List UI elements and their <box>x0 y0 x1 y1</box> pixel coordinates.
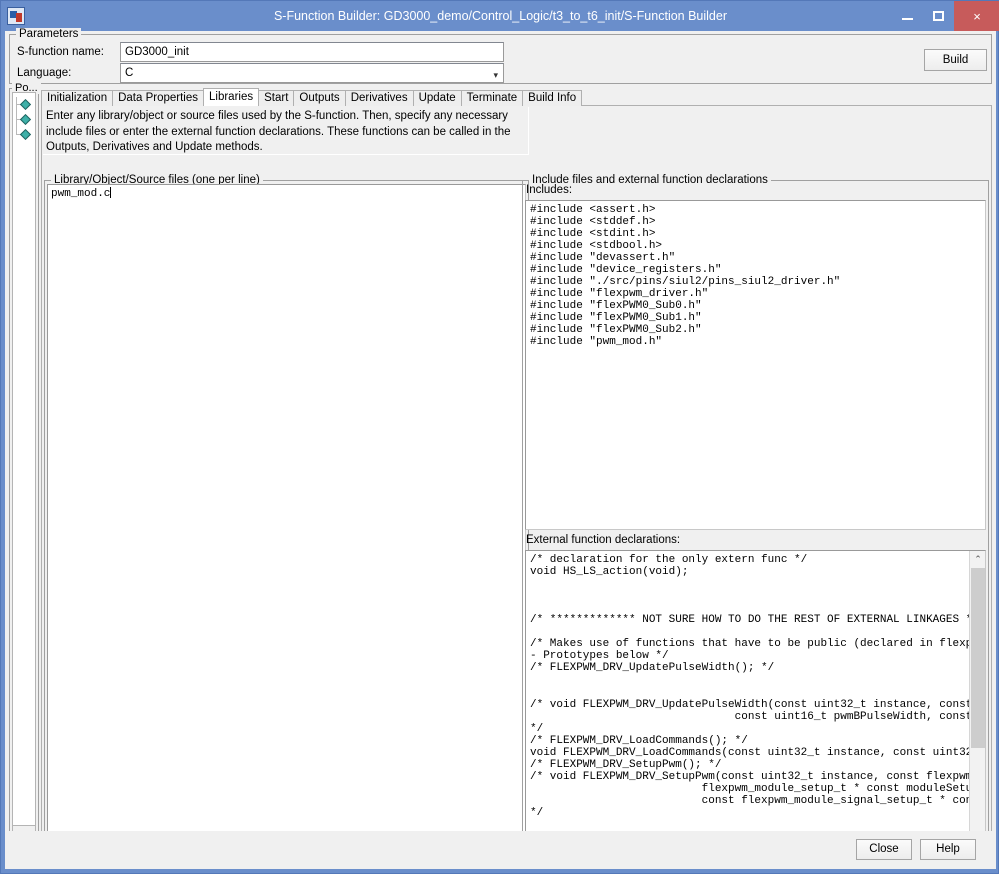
parameters-group-title: Parameters <box>16 28 82 40</box>
client-area: Parameters S-function name: GD3000_init … <box>5 28 996 869</box>
sfunction-builder-window: S-Function Builder: GD3000_demo/Control_… <box>0 0 999 874</box>
tab-data-properties[interactable]: Data Properties <box>112 90 204 106</box>
tab-libraries[interactable]: Libraries <box>203 88 260 106</box>
maximize-icon <box>933 11 944 21</box>
includes-label: Includes: <box>526 184 573 196</box>
chevron-down-icon: ▾ <box>493 70 498 80</box>
parameters-group: Parameters S-function name: GD3000_init … <box>9 28 992 84</box>
sfunction-name-input[interactable]: GD3000_init <box>120 42 504 62</box>
tab-update[interactable]: Update <box>412 90 462 106</box>
port-diamond-icon <box>20 129 31 140</box>
tab-initialization[interactable]: Initialization <box>41 90 114 106</box>
ports-group: Po... <box>9 82 41 851</box>
vscroll-thumb[interactable] <box>971 568 985 748</box>
port-diamond-icon <box>20 99 31 110</box>
libraries-tab-panel: Enter any library/object or source files… <box>41 105 992 869</box>
text-caret <box>110 187 112 198</box>
include-declarations-group: Include files and external function decl… <box>522 174 989 869</box>
minimize-icon <box>902 17 913 20</box>
tab-strip: Initialization Data Properties Libraries… <box>41 88 992 106</box>
ports-tree <box>13 97 37 142</box>
port-item[interactable] <box>13 97 37 112</box>
language-selected-value: C <box>125 67 134 79</box>
scroll-up-icon[interactable]: ⌃ <box>970 551 985 567</box>
external-declarations-label: External function declarations: <box>526 534 681 546</box>
port-item[interactable] <box>13 127 37 142</box>
maximize-button[interactable] <box>923 1 954 31</box>
external-declarations-vscrollbar[interactable]: ⌃ ⌄ <box>969 551 985 850</box>
library-source-files-value: pwm_mod.c <box>51 188 111 200</box>
includes-textarea[interactable]: #include <assert.h> #include <stddef.h> … <box>525 200 986 530</box>
window-title: S-Function Builder: GD3000_demo/Control_… <box>273 9 728 23</box>
port-item[interactable] <box>13 112 37 127</box>
library-source-files-group: Library/Object/Source files (one per lin… <box>44 174 529 869</box>
minimize-button[interactable] <box>892 1 923 31</box>
language-label: Language: <box>17 67 72 79</box>
tab-outputs[interactable]: Outputs <box>293 90 346 106</box>
libraries-description: Enter any library/object or source files… <box>43 107 529 155</box>
build-button[interactable]: Build <box>924 49 987 71</box>
port-diamond-icon <box>20 114 31 125</box>
tab-start[interactable]: Start <box>258 90 295 106</box>
close-button[interactable]: Close <box>856 839 912 860</box>
window-controls: × <box>892 1 999 31</box>
sfunction-name-label: S-function name: <box>17 46 104 58</box>
title-bar: S-Function Builder: GD3000_demo/Control_… <box>1 1 999 31</box>
tab-build-info[interactable]: Build Info <box>522 90 583 106</box>
external-declarations-textarea[interactable]: /* declaration for the only extern func … <box>526 551 970 850</box>
ports-tree-panel[interactable] <box>12 92 36 826</box>
external-declarations-container: /* declaration for the only extern func … <box>525 550 986 867</box>
help-button[interactable]: Help <box>920 839 976 860</box>
tab-derivatives[interactable]: Derivatives <box>344 90 414 106</box>
close-window-button[interactable]: × <box>954 1 999 31</box>
library-source-files-textarea[interactable]: pwm_mod.c <box>47 184 526 865</box>
simulink-block-icon <box>7 7 25 25</box>
dialog-footer: Close Help <box>5 831 996 869</box>
language-select[interactable]: C ▾ <box>120 63 504 83</box>
tab-terminate[interactable]: Terminate <box>460 90 524 106</box>
